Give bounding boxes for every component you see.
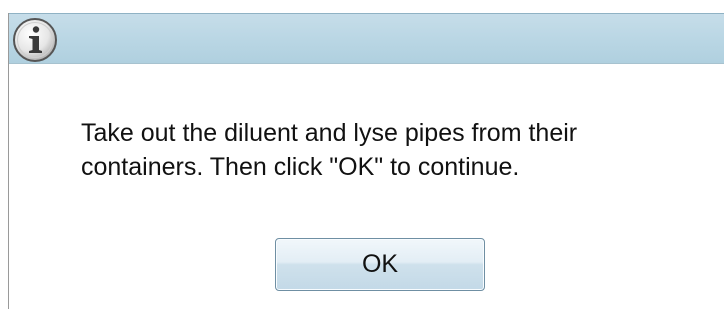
message-line-1: Take out the diluent and lyse pipes from… [81,119,578,147]
message-line-2: containers. Then click "OK" to continue. [81,153,520,181]
ok-button[interactable]: OK [275,238,485,291]
dialog-titlebar[interactable] [9,13,724,64]
message-dialog: Take out the diluent and lyse pipes from… [8,13,724,309]
dialog-message: Take out the diluent and lyse pipes from… [81,116,691,184]
info-icon [13,18,57,62]
